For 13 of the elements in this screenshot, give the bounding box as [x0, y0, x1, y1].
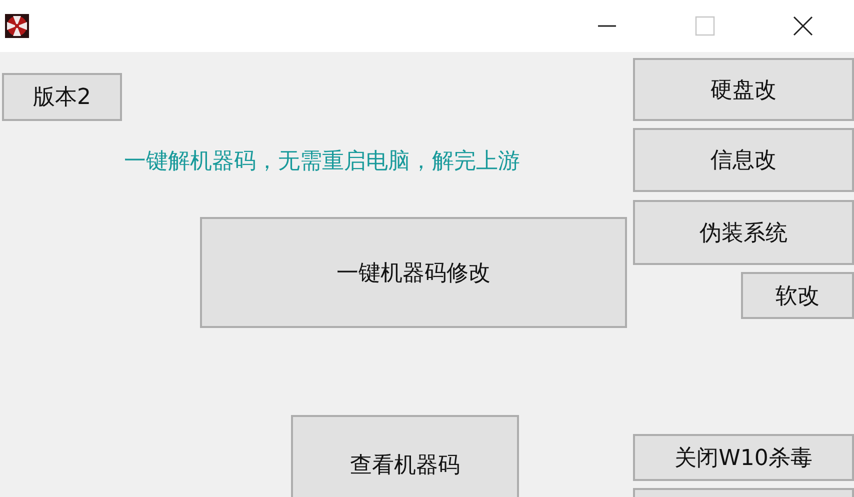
button[interactable]: 软改 [741, 272, 854, 319]
button[interactable]: 查看机器码 [291, 415, 519, 497]
button[interactable]: 一键机器码修改 [200, 217, 627, 328]
minimize-icon [597, 25, 617, 27]
notice-text: 一键解机器码，无需重启电脑，解完上游 [124, 148, 520, 176]
maximize-icon [695, 16, 715, 36]
button[interactable]: 版本2 [2, 73, 122, 121]
button[interactable]: 伪装系统 [633, 200, 854, 265]
close-icon [793, 16, 813, 36]
app-icon [5, 14, 29, 38]
button[interactable]: 关闭W10杀毒 [633, 434, 854, 481]
button[interactable]: 硬盘改 [633, 58, 854, 121]
button[interactable]: 信息改 [633, 128, 854, 192]
